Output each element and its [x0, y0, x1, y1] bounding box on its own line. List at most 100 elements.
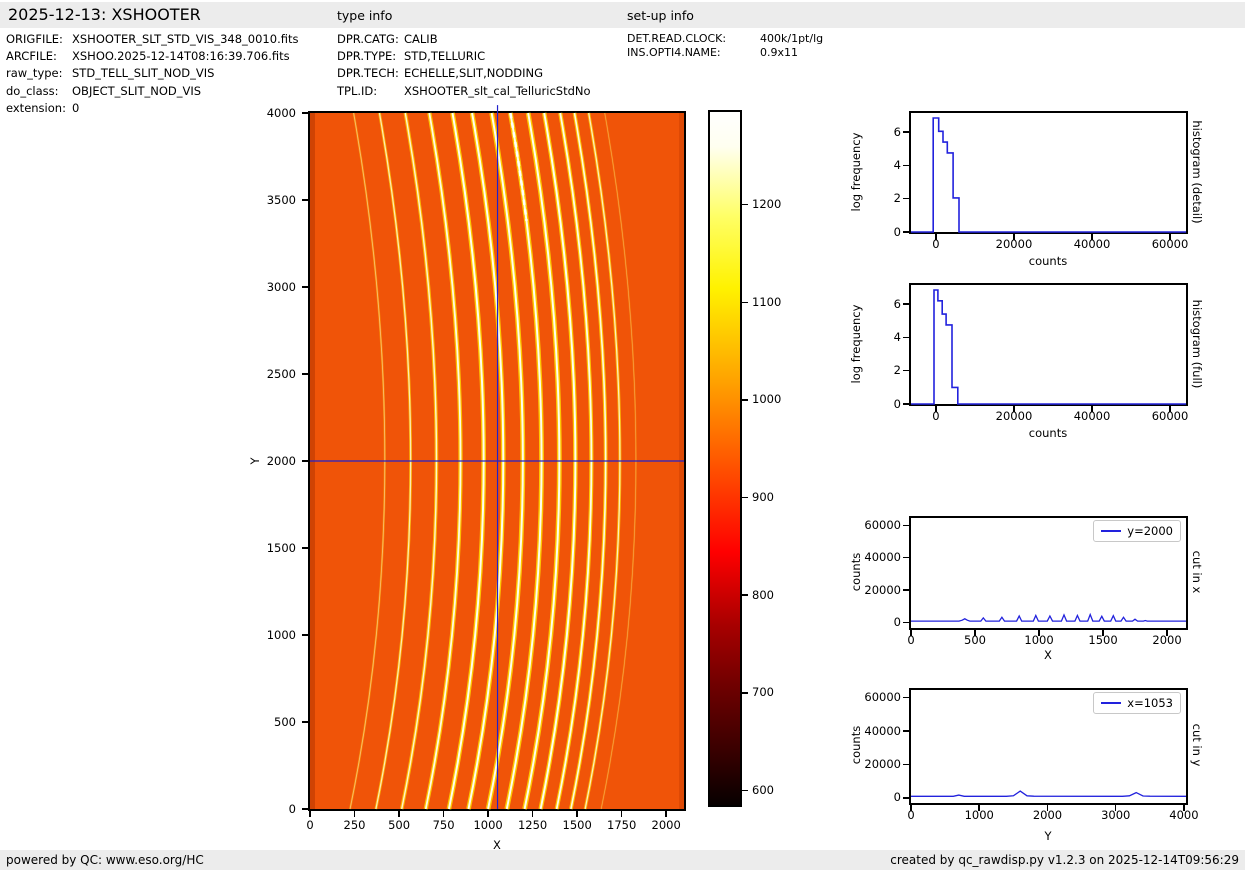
tick-mark	[903, 525, 909, 527]
tick-label: 3500	[236, 193, 296, 207]
footer-right: created by qc_rawdisp.py v1.2.3 on 2025-…	[890, 850, 1239, 870]
cut-in-x-legend-label: y=2000	[1127, 524, 1173, 538]
tick-mark	[903, 337, 909, 339]
tick-label: 4000	[236, 106, 296, 120]
tick-label: 2	[841, 191, 901, 205]
metadata-row: DET.READ.CLOCK:400k/1pt/lg	[627, 32, 823, 46]
metadata-row: do_class:OBJECT_SLIT_NOD_VIS	[6, 83, 298, 100]
tick-mark	[302, 460, 308, 462]
tick-label: 0	[881, 633, 941, 647]
tick-mark	[903, 231, 909, 233]
cut_in_y-line	[911, 791, 1186, 796]
tick-label: 600	[752, 783, 774, 797]
tick-label: 900	[752, 490, 774, 504]
file-info-block: ORIGFILE:XSHOOTER_SLT_STD_VIS_348_0010.f…	[6, 31, 298, 117]
metadata-label: DET.READ.CLOCK:	[627, 32, 760, 46]
tick-label: 0	[236, 802, 296, 816]
metadata-label: ARCFILE:	[6, 48, 72, 65]
tick-label: 4000	[1154, 808, 1214, 822]
tick-mark	[903, 403, 909, 405]
tick-label: 3000	[1086, 808, 1146, 822]
footer-left: powered by QC: www.eso.org/HC	[6, 850, 204, 870]
tick-mark	[302, 373, 308, 375]
metadata-value: ECHELLE,SLIT,NODDING	[404, 66, 543, 80]
metadata-label: ORIGFILE:	[6, 31, 72, 48]
tick-mark	[903, 589, 909, 591]
metadata-value: OBJECT_SLIT_NOD_VIS	[72, 84, 201, 98]
cut-in-x-xlabel: X	[1018, 648, 1078, 662]
metadata-row: DPR.TECH:ECHELLE,SLIT,NODDING	[337, 65, 591, 82]
tick-label: 20000	[841, 757, 901, 771]
tick-label: 4	[841, 158, 901, 172]
legend-line-icon	[1101, 530, 1121, 532]
tick-mark	[532, 811, 534, 817]
tick-mark	[302, 721, 308, 723]
tick-label: 60000	[841, 518, 901, 532]
setup-info-heading: set-up info	[627, 2, 694, 28]
cut-in-x-legend: y=2000	[1093, 520, 1181, 542]
tick-mark	[665, 811, 667, 817]
histogram_detail-line	[911, 118, 1186, 232]
raw-image-panel	[308, 111, 686, 811]
tick-label: 1000	[236, 628, 296, 642]
cut-in-y-legend: x=1053	[1093, 692, 1181, 714]
histogram-full-panel	[909, 283, 1188, 406]
cut-in-y-xlabel: Y	[1018, 829, 1078, 843]
qc-report-page: 2025-12-13: XSHOOTER type info set-up in…	[0, 0, 1245, 870]
histogram-detail-title: histogram (detail)	[1190, 120, 1204, 223]
metadata-value: 0	[72, 101, 79, 115]
tick-mark	[742, 497, 748, 499]
type-info-block: DPR.CATG:CALIBDPR.TYPE:STD,TELLURICDPR.T…	[337, 31, 591, 100]
metadata-label: do_class:	[6, 83, 72, 100]
tick-mark	[742, 692, 748, 694]
tick-label: 2000	[236, 454, 296, 468]
metadata-value: STD_TELL_SLIT_NOD_VIS	[72, 66, 214, 80]
tick-mark	[903, 370, 909, 372]
cut-in-x-title: cut in x	[1190, 551, 1204, 594]
metadata-value: STD,TELLURIC	[404, 49, 485, 63]
metadata-value: CALIB	[404, 32, 438, 46]
tick-mark	[903, 303, 909, 305]
tick-label: 0	[841, 790, 901, 804]
tick-mark	[487, 811, 489, 817]
metadata-label: DPR.TECH:	[337, 65, 404, 82]
tick-mark	[398, 811, 400, 817]
tick-mark	[903, 730, 909, 732]
tick-label: 2000	[1137, 633, 1197, 647]
tick-label: 60000	[1140, 237, 1200, 251]
tick-mark	[302, 547, 308, 549]
tick-label: 1000	[949, 808, 1009, 822]
setup-info-block: DET.READ.CLOCK:400k/1pt/lgINS.OPTI4.NAME…	[627, 32, 823, 60]
tick-label: 1000	[1009, 633, 1069, 647]
tick-mark	[903, 131, 909, 133]
tick-label: 1200	[752, 197, 781, 211]
tick-mark	[354, 811, 356, 817]
tick-label: 40000	[841, 550, 901, 564]
cut-in-y-legend-label: x=1053	[1127, 696, 1173, 710]
tick-label: 40000	[1062, 409, 1122, 423]
histogram-detail-xlabel: counts	[1018, 254, 1078, 268]
tick-label: 60000	[1140, 409, 1200, 423]
tick-label: 60000	[841, 690, 901, 704]
tick-mark	[302, 199, 308, 201]
tick-label: 700	[752, 685, 774, 699]
tick-mark	[576, 811, 578, 817]
tick-label: 0	[881, 808, 941, 822]
tick-label: 40000	[841, 724, 901, 738]
tick-mark	[302, 634, 308, 636]
cut_in_x-line	[911, 615, 1186, 622]
tick-label: 500	[236, 715, 296, 729]
metadata-label: extension:	[6, 100, 72, 117]
metadata-row: ORIGFILE:XSHOOTER_SLT_STD_VIS_348_0010.f…	[6, 31, 298, 48]
metadata-value: XSHOO.2025-12-14T08:16:39.706.fits	[72, 49, 290, 63]
tick-mark	[302, 808, 308, 810]
page-title: 2025-12-13: XSHOOTER	[8, 2, 201, 28]
tick-mark	[621, 811, 623, 817]
tick-mark	[742, 594, 748, 596]
metadata-label: DPR.TYPE:	[337, 48, 404, 65]
raw-image	[310, 113, 684, 809]
tick-label: 2000	[1017, 808, 1077, 822]
metadata-value: 0.9x11	[760, 46, 798, 59]
tick-label: 1000	[752, 392, 781, 406]
tick-label: 4	[841, 330, 901, 344]
